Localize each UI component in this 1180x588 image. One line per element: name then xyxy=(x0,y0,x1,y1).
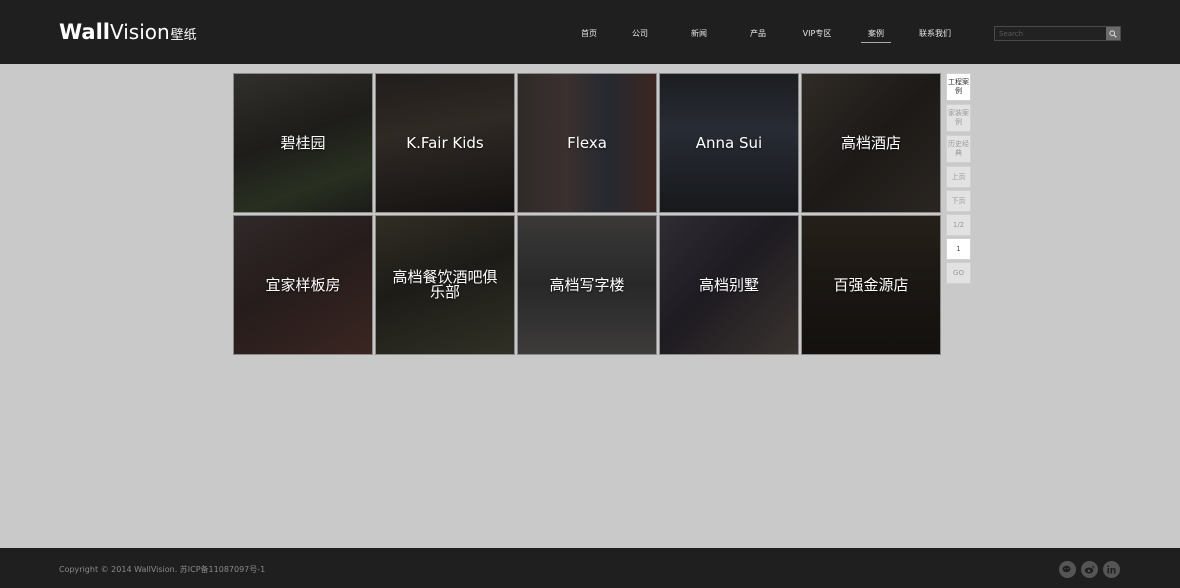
case-label: 高档别墅 xyxy=(698,275,759,294)
case-tile[interactable]: 宜家样板房 xyxy=(233,215,373,355)
nav-vip[interactable]: VIP专区 xyxy=(803,28,832,39)
case-tile[interactable]: 高档餐饮酒吧俱乐部 xyxy=(375,215,515,355)
case-label: Anna Sui xyxy=(695,133,763,152)
case-grid: 碧桂园 K.Fair Kids Flexa Anna Sui 高档酒店 宜家样板… xyxy=(233,73,941,355)
nav-cases[interactable]: 案例 xyxy=(861,28,891,43)
nav-company[interactable]: 公司 xyxy=(632,28,648,39)
brand-logo[interactable]: Wall Vision 壁纸 xyxy=(59,20,197,46)
next-page-button[interactable]: 下页 xyxy=(946,190,971,212)
case-label: Flexa xyxy=(567,133,607,152)
category-home[interactable]: 家装案例 xyxy=(946,104,971,132)
brand-part2: Vision xyxy=(109,20,170,44)
case-label: 高档餐饮酒吧俱乐部 xyxy=(392,268,498,301)
copyright-text: Copyright © 2014 WallVision. 苏ICP备110870… xyxy=(59,565,266,574)
case-label: K.Fair Kids xyxy=(406,133,484,152)
weibo-icon[interactable] xyxy=(1081,561,1098,578)
nav-products[interactable]: 产品 xyxy=(750,28,766,39)
case-tile[interactable]: Anna Sui xyxy=(659,73,799,213)
case-tile[interactable]: 高档酒店 xyxy=(801,73,941,213)
search-input[interactable] xyxy=(995,27,1106,40)
nav-contact[interactable]: 联系我们 xyxy=(919,28,951,39)
case-tile[interactable]: 高档写字楼 xyxy=(517,215,657,355)
nav-home[interactable]: 首页 xyxy=(581,28,597,39)
search-icon xyxy=(1109,29,1117,38)
site-header: Wall Vision 壁纸 首页 公司 新闻 产品 VIP专区 案例 联系我们 xyxy=(0,0,1180,64)
search-box xyxy=(994,26,1121,41)
nav-news[interactable]: 新闻 xyxy=(691,28,707,39)
page-indicator: 1/2 xyxy=(946,214,971,236)
category-classic[interactable]: 历史经典 xyxy=(946,135,971,163)
search-button[interactable] xyxy=(1106,27,1120,40)
page-number-input[interactable]: 1 xyxy=(946,238,971,260)
case-label: 高档酒店 xyxy=(840,133,901,152)
case-tile[interactable]: 百强金源店 xyxy=(801,215,941,355)
case-tile[interactable]: K.Fair Kids xyxy=(375,73,515,213)
brand-part1: Wall xyxy=(59,20,110,44)
case-label: 碧桂园 xyxy=(280,133,326,152)
wechat-icon[interactable] xyxy=(1059,561,1076,578)
brand-suffix: 壁纸 xyxy=(170,28,197,43)
case-tile[interactable]: 高档别墅 xyxy=(659,215,799,355)
site-footer: Copyright © 2014 WallVision. 苏ICP备110870… xyxy=(0,548,1180,588)
prev-page-button[interactable]: 上页 xyxy=(946,166,971,188)
go-button[interactable]: GO xyxy=(946,262,971,284)
case-label: 高档写字楼 xyxy=(549,275,625,294)
category-engineering[interactable]: 工程案例 xyxy=(946,73,971,101)
linkedin-icon[interactable] xyxy=(1103,561,1120,578)
case-label: 百强金源店 xyxy=(833,275,909,294)
case-tile[interactable]: Flexa xyxy=(517,73,657,213)
case-label: 宜家样板房 xyxy=(265,275,341,294)
case-tile[interactable]: 碧桂园 xyxy=(233,73,373,213)
